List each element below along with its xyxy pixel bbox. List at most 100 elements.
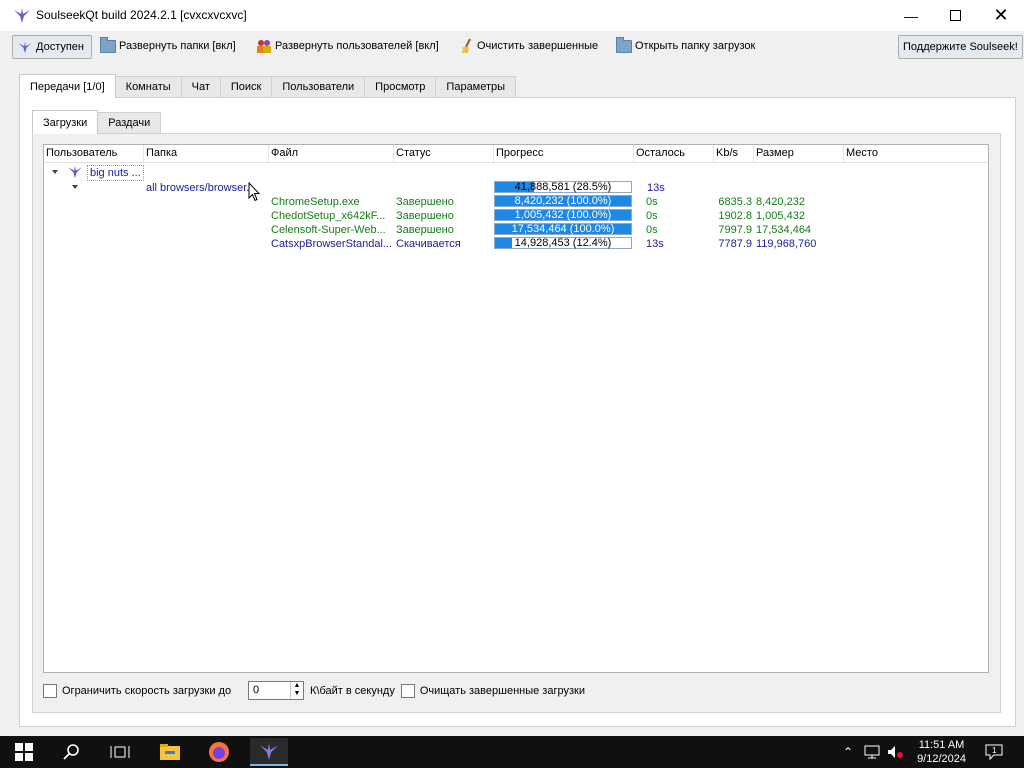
close-icon: ✕ (993, 5, 1009, 25)
file-remaining: 0s (646, 224, 658, 236)
file-status: Скачивается (396, 238, 461, 250)
file-name: Celensoft-Super-Web... (271, 224, 386, 236)
users-icon (257, 40, 271, 53)
file-progress-bar: 8,420,232 (100.0%) (494, 195, 632, 207)
firefox-icon[interactable] (207, 740, 231, 764)
column-progress[interactable]: Прогресс (494, 145, 634, 162)
broom-icon (462, 38, 471, 53)
tab-browse[interactable]: Просмотр (364, 76, 437, 98)
speed-unit-label: К\байт в секунду (310, 685, 395, 697)
expand-users-label: Развернуть пользователей [вкл] (275, 40, 439, 52)
tab-users[interactable]: Пользователи (271, 76, 366, 98)
expand-folders-label: Развернуть папки [вкл] (119, 40, 236, 52)
file-explorer-icon[interactable] (158, 740, 182, 764)
user-name[interactable]: big nuts ... (87, 165, 144, 181)
file-speed: 1902.8 (718, 210, 752, 222)
clock-time: 11:51 AM (918, 739, 965, 751)
transfer-tabs: Загрузки Раздачи (32, 110, 162, 134)
tab-downloads[interactable]: Загрузки (32, 110, 99, 134)
support-button[interactable]: Поддержите Soulseek! (898, 35, 1023, 59)
notifications-icon[interactable]: 1 (982, 740, 1006, 764)
status-label: Доступен (36, 41, 85, 53)
spin-arrows-icon[interactable]: ▲ ▼ (290, 682, 303, 699)
file-name: ChromeSetup.exe (271, 196, 360, 208)
svg-text:1: 1 (992, 746, 997, 755)
maximize-icon (949, 10, 961, 21)
soulseek-bird-icon (68, 165, 82, 179)
clear-finished-label: Очистить завершенные (477, 40, 599, 52)
tab-transfers[interactable]: Передачи [1/0] (19, 74, 116, 98)
column-size[interactable]: Размер (754, 145, 844, 162)
task-view-icon[interactable] (108, 740, 132, 764)
expand-arrow-icon[interactable] (52, 170, 58, 174)
search-icon[interactable] (60, 740, 84, 764)
user-progress-text: 41,888,581 (28.5%) (514, 181, 612, 193)
file-progress-bar: 14,928,453 (12.4%) (494, 237, 632, 249)
file-size: 119,968,760 (756, 238, 817, 250)
file-progress-text: 8,420,232 (100.0%) (514, 195, 612, 207)
soulseek-bird-icon (14, 8, 30, 23)
file-progress-text: 17,534,464 (100.0%) (511, 223, 615, 235)
close-button[interactable]: ✕ (978, 0, 1024, 31)
maximize-button[interactable] (932, 0, 978, 31)
taskbar: ⌃ 11:51 AM 9/12/2024 1 (0, 736, 1024, 768)
volume-muted-icon[interactable] (884, 740, 908, 764)
expand-folders-button[interactable]: Развернуть папки [вкл] (100, 35, 236, 57)
file-name: ChedotSetup_x642kF... (271, 210, 386, 222)
file-progress-bar: 17,534,464 (100.0%) (494, 223, 632, 235)
soulseek-taskbar-icon[interactable] (250, 738, 288, 766)
column-remaining[interactable]: Осталось (634, 145, 714, 162)
open-downloads-label: Открыть папку загрузок (635, 40, 756, 52)
windows-start-icon[interactable] (12, 740, 36, 764)
folder-name[interactable]: all browsers/browser... (146, 181, 264, 195)
file-size: 17,534,464 (756, 224, 812, 236)
limit-speed-checkbox[interactable] (43, 684, 57, 698)
user-progress-bar: 41,888,581 (28.5%) (494, 181, 632, 193)
soulseek-bird-icon (18, 41, 32, 54)
file-remaining: 0s (646, 210, 658, 222)
file-remaining: 13s (646, 238, 664, 250)
chevron-up-icon[interactable]: ⌃ (836, 740, 860, 764)
minimize-icon: — (904, 7, 918, 24)
tab-rooms[interactable]: Комнаты (114, 76, 182, 98)
downloads-tree[interactable]: Пользователь Папка Файл Статус Прогресс … (43, 144, 989, 673)
limit-row: Ограничить скорость загрузки до (43, 681, 231, 701)
file-speed: 7787.9 (718, 238, 752, 250)
main-tabs: Передачи [1/0] Комнаты Чат Поиск Пользов… (19, 74, 517, 98)
expand-users-button[interactable]: Развернуть пользователей [вкл] (256, 35, 439, 57)
column-file[interactable]: Файл (269, 145, 394, 162)
user-remaining: 13s (647, 182, 665, 194)
mouse-cursor-icon (248, 182, 260, 202)
speed-limit-input[interactable]: 0 ▲ ▼ (248, 681, 304, 700)
system-clock[interactable]: 11:51 AM 9/12/2024 (917, 738, 966, 766)
tab-settings[interactable]: Параметры (435, 76, 517, 98)
unit-row: К\байт в секунду Очищать завершенные заг… (310, 681, 585, 701)
file-status: Завершено (396, 196, 454, 208)
speed-limit-value: 0 (253, 684, 260, 696)
file-size: 1,005,432 (756, 210, 805, 222)
minimize-button[interactable]: — (888, 0, 934, 31)
tab-search[interactable]: Поиск (219, 76, 273, 98)
app-window: SoulseekQt build 2024.2.1 [cvxcxvcxvc] —… (0, 0, 1024, 736)
open-downloads-button[interactable]: Открыть папку загрузок (616, 35, 755, 57)
file-progress-text: 1,005,432 (100.0%) (514, 209, 612, 221)
tab-uploads[interactable]: Раздачи (97, 112, 162, 134)
column-folder[interactable]: Папка (144, 145, 269, 162)
file-name: CatsxpBrowserStandal... (271, 238, 391, 250)
support-label: Поддержите Soulseek! (903, 41, 1018, 53)
column-place[interactable]: Место (844, 145, 988, 162)
file-status: Завершено (396, 224, 454, 236)
status-button[interactable]: Доступен (12, 35, 92, 59)
clear-finished-button[interactable]: Очистить завершенные (460, 35, 598, 57)
clear-finished-downloads-label: Очищать завершенные загрузки (419, 685, 585, 697)
title-bar: SoulseekQt build 2024.2.1 [cvxcxvcxvc] —… (0, 0, 1024, 31)
column-status[interactable]: Статус (394, 145, 494, 162)
file-progress-text: 14,928,453 (12.4%) (514, 237, 612, 249)
column-user[interactable]: Пользователь (44, 145, 144, 162)
expand-arrow-icon[interactable] (72, 185, 78, 189)
clear-finished-checkbox[interactable] (400, 684, 415, 698)
column-speed[interactable]: Kb/s (714, 145, 754, 162)
network-icon[interactable] (860, 740, 884, 764)
folder-icon (100, 36, 116, 53)
tab-chat[interactable]: Чат (180, 76, 221, 98)
